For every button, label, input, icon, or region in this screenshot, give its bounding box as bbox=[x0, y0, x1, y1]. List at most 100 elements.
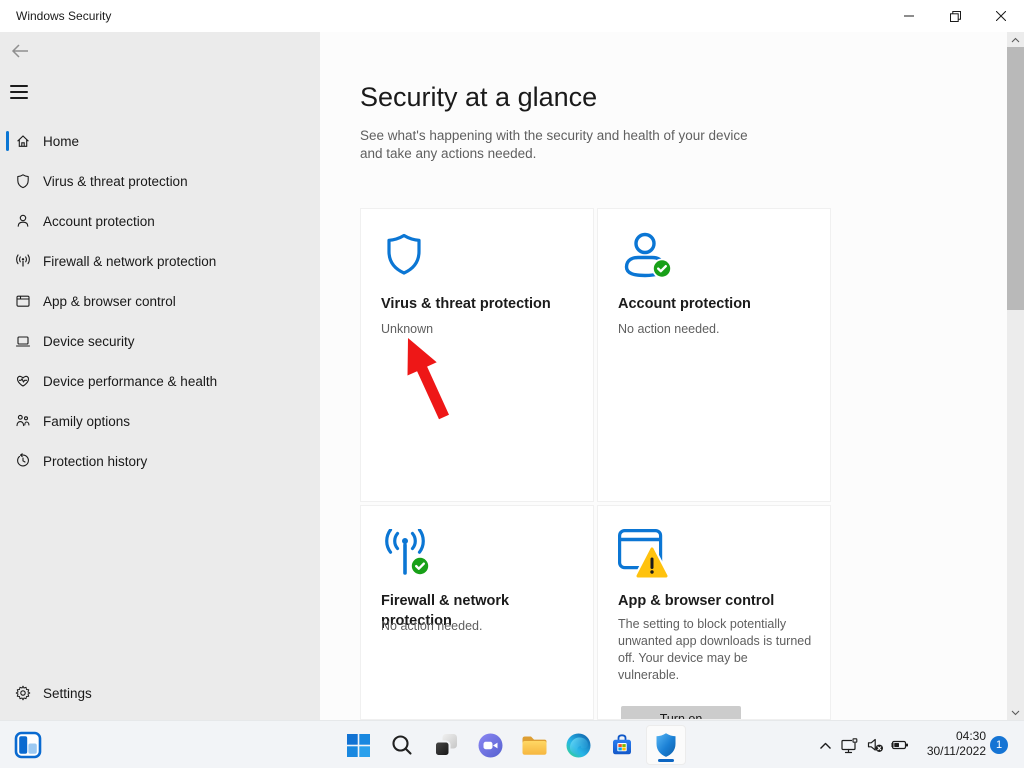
minimize-button[interactable] bbox=[886, 0, 932, 32]
back-button[interactable] bbox=[10, 42, 36, 64]
sidebar-item-virus-threat-protection[interactable]: Virus & threat protection bbox=[0, 161, 320, 201]
battery-charging-icon bbox=[890, 737, 909, 753]
turn-on-button[interactable]: Turn on bbox=[621, 706, 741, 720]
sidebar-item-firewall-network-protection[interactable]: Firewall & network protection bbox=[0, 241, 320, 281]
windows-start-icon bbox=[347, 734, 370, 757]
sidebar-item-label: Virus & threat protection bbox=[43, 174, 188, 189]
sidebar-item-settings[interactable]: Settings bbox=[0, 673, 320, 713]
active-app-indicator bbox=[658, 759, 674, 762]
sidebar-item-label: Family options bbox=[43, 414, 130, 429]
sidebar-item-label: Account protection bbox=[43, 214, 155, 229]
family-icon bbox=[15, 413, 31, 429]
store-button[interactable] bbox=[602, 725, 642, 765]
notification-badge[interactable]: 1 bbox=[990, 736, 1008, 754]
card-title: Account protection bbox=[618, 294, 812, 314]
tray-clock[interactable]: 04:30 30/11/2022 bbox=[927, 729, 986, 759]
file-explorer-icon bbox=[521, 734, 548, 757]
chevron-up-icon bbox=[1011, 37, 1020, 43]
chevron-down-icon bbox=[1011, 710, 1020, 716]
sidebar-item-home[interactable]: Home bbox=[0, 121, 320, 161]
shield-icon bbox=[381, 232, 427, 278]
card-status: No action needed. bbox=[618, 321, 812, 338]
home-icon bbox=[15, 133, 31, 149]
battery-tray-button[interactable] bbox=[886, 734, 912, 756]
sidebar-item-label: Device performance & health bbox=[43, 374, 217, 389]
sidebar-item-app-browser-control[interactable]: App & browser control bbox=[0, 281, 320, 321]
restore-icon bbox=[950, 11, 961, 22]
scrollbar-up-button[interactable] bbox=[1007, 32, 1024, 47]
sidebar-item-account-protection[interactable]: Account protection bbox=[0, 201, 320, 241]
sidebar-item-device-performance-health[interactable]: Device performance & health bbox=[0, 361, 320, 401]
sidebar-item-label: App & browser control bbox=[43, 294, 176, 309]
search-icon bbox=[390, 733, 414, 757]
sidebar-item-label: Protection history bbox=[43, 454, 147, 469]
selected-indicator bbox=[6, 131, 9, 151]
window-controls bbox=[886, 0, 1024, 32]
card-account-protection[interactable]: Account protection No action needed. bbox=[597, 208, 831, 502]
tray-date: 30/11/2022 bbox=[927, 744, 986, 759]
window-title: Windows Security bbox=[16, 0, 111, 32]
widgets-icon bbox=[14, 731, 42, 759]
windows-security-window: Windows Security bbox=[0, 0, 1024, 768]
card-status: The setting to block potentially unwante… bbox=[618, 616, 812, 684]
sidebar: Home Virus & threat protection Account p… bbox=[0, 32, 320, 720]
network-tray-button[interactable] bbox=[838, 734, 862, 756]
page-title: Security at a glance bbox=[360, 82, 597, 113]
card-firewall-network-protection[interactable]: Firewall & network protection No action … bbox=[360, 505, 594, 720]
hamburger-icon bbox=[10, 85, 28, 87]
scrollbar-thumb[interactable] bbox=[1007, 47, 1024, 310]
gear-icon bbox=[15, 685, 31, 701]
card-status: No action needed. bbox=[381, 618, 575, 635]
tray-time: 04:30 bbox=[927, 729, 986, 744]
sidebar-item-label: Settings bbox=[43, 686, 92, 701]
task-view-button[interactable] bbox=[426, 725, 466, 765]
windows-security-shield-icon bbox=[654, 732, 678, 758]
menu-button[interactable] bbox=[10, 84, 30, 100]
sidebar-settings: Settings bbox=[0, 673, 320, 713]
windows-security-taskbar-button[interactable] bbox=[646, 725, 686, 765]
health-icon bbox=[15, 373, 31, 389]
close-icon bbox=[996, 11, 1006, 21]
start-button[interactable] bbox=[338, 725, 378, 765]
volume-tray-button[interactable] bbox=[863, 734, 887, 756]
file-explorer-button[interactable] bbox=[514, 725, 554, 765]
chevron-up-icon bbox=[819, 741, 832, 750]
titlebar: Windows Security bbox=[0, 0, 1024, 32]
restore-button[interactable] bbox=[932, 0, 978, 32]
person-icon bbox=[15, 213, 31, 229]
chat-icon bbox=[478, 733, 503, 758]
card-title: App & browser control bbox=[618, 591, 812, 611]
scrollbar[interactable] bbox=[1007, 32, 1024, 720]
sidebar-item-label: Device security bbox=[43, 334, 135, 349]
volume-mute-icon bbox=[867, 737, 884, 753]
widgets-button[interactable] bbox=[8, 725, 48, 765]
sidebar-item-label: Home bbox=[43, 134, 79, 149]
shield-icon bbox=[15, 173, 31, 189]
page-subtitle: See what's happening with the security a… bbox=[360, 127, 760, 163]
antenna-icon bbox=[15, 253, 31, 269]
sidebar-item-protection-history[interactable]: Protection history bbox=[0, 441, 320, 481]
sidebar-item-family-options[interactable]: Family options bbox=[0, 401, 320, 441]
network-icon bbox=[841, 737, 859, 754]
edge-button[interactable] bbox=[558, 725, 598, 765]
close-button[interactable] bbox=[978, 0, 1024, 32]
tray-chevron-button[interactable] bbox=[814, 734, 836, 756]
card-app-browser-control[interactable]: App & browser control The setting to blo… bbox=[597, 505, 831, 720]
app-window-icon bbox=[15, 293, 31, 309]
sidebar-item-device-security[interactable]: Device security bbox=[0, 321, 320, 361]
back-arrow-icon bbox=[10, 42, 30, 60]
app-warning-icon bbox=[618, 529, 672, 581]
search-button[interactable] bbox=[382, 725, 422, 765]
sidebar-item-label: Firewall & network protection bbox=[43, 254, 216, 269]
taskbar: 04:30 30/11/2022 1 bbox=[0, 720, 1024, 768]
scrollbar-down-button[interactable] bbox=[1007, 705, 1024, 720]
minimize-icon bbox=[904, 11, 914, 21]
chat-button[interactable] bbox=[470, 725, 510, 765]
account-check-icon bbox=[618, 232, 672, 280]
main-content: Security at a glance See what's happenin… bbox=[320, 32, 1007, 720]
edge-icon bbox=[566, 733, 591, 758]
sidebar-nav: Home Virus & threat protection Account p… bbox=[0, 121, 320, 481]
card-title: Virus & threat protection bbox=[381, 294, 575, 314]
annotation-arrow bbox=[385, 330, 455, 425]
history-icon bbox=[15, 453, 31, 469]
